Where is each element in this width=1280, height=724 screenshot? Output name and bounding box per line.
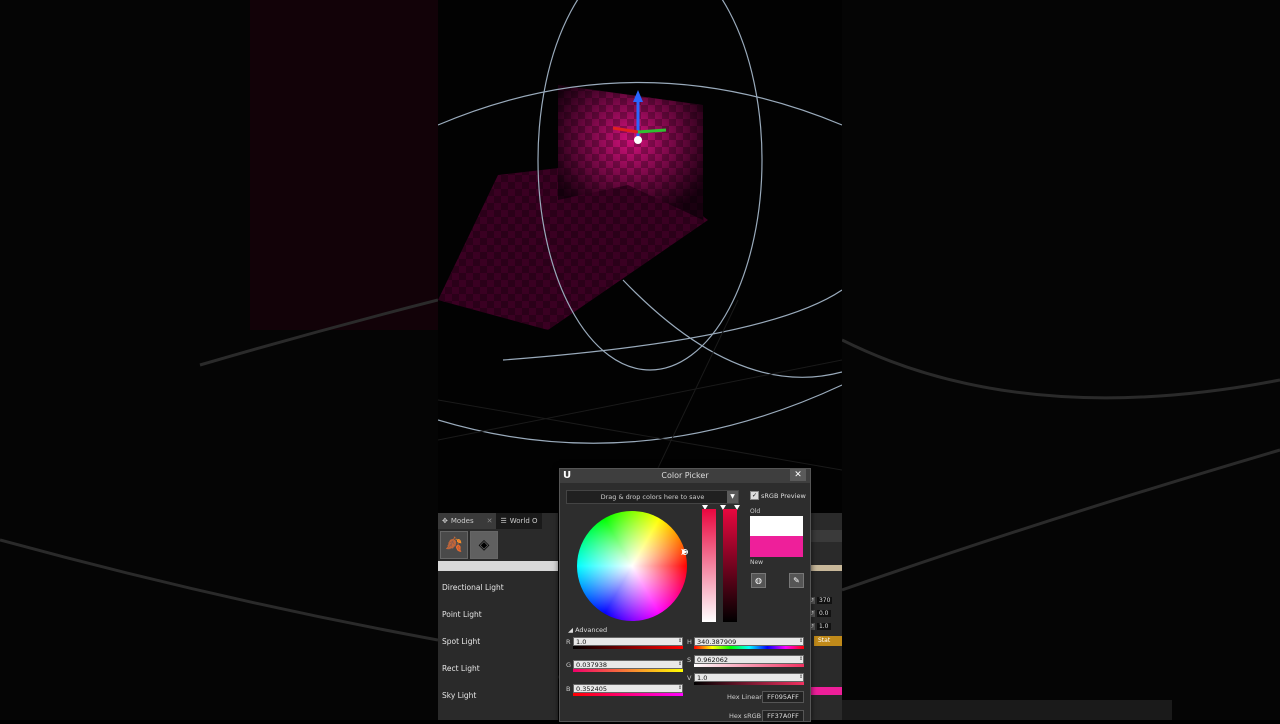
tab-world-outliner[interactable]: ☰ World O	[496, 513, 541, 529]
old-color-swatch	[750, 516, 803, 536]
value-label: V	[687, 674, 692, 682]
window-title: Color Picker	[661, 471, 709, 480]
red-label: R	[566, 638, 571, 646]
tab-modes-label: Modes	[450, 517, 474, 525]
hex-srgb-input[interactable]: FF37A0FF	[762, 710, 804, 722]
hue-gradient	[694, 646, 804, 649]
color-wheel-mode-icon[interactable]: ◍	[751, 573, 766, 588]
srgb-label: sRGB Preview	[761, 491, 806, 500]
red-input[interactable]: 1.0	[573, 637, 683, 646]
green-input[interactable]: 0.037938	[573, 660, 683, 669]
mode-buttons: 🍂 ◈	[440, 531, 498, 559]
value-input[interactable]: 1.0	[694, 673, 804, 682]
color-picker-window: U Color Picker ✕ Drag & drop colors here…	[559, 468, 811, 722]
red-gradient	[573, 646, 683, 649]
tab-close-icon[interactable]: ✕	[487, 517, 493, 525]
hex-srgb-label: Hex sRGB	[729, 712, 762, 720]
modes-panel: ✥ Modes ✕ ☰ World O 🍂 ◈ Directional Ligh…	[438, 513, 558, 720]
field-value-3[interactable]: 1.0	[816, 623, 831, 630]
new-color-swatch	[750, 536, 803, 557]
hue-input[interactable]: 340.387909	[694, 637, 804, 646]
screen: ✥ Modes ✕ ☰ World O 🍂 ◈ Directional Ligh…	[0, 0, 1280, 722]
close-button[interactable]: ✕	[790, 469, 806, 481]
panel-tab-bar: ✥ Modes ✕ ☰ World O	[438, 513, 542, 529]
saturation-field[interactable]: S 0.962062 ⇕	[687, 655, 804, 667]
value-field[interactable]: V 1.0 ⇕	[687, 673, 804, 685]
hex-linear-label: Hex Linear	[727, 693, 762, 701]
spinner-icon[interactable]: ⇕	[678, 660, 683, 669]
hue-label: H	[687, 638, 692, 646]
list-item-point-light[interactable]: Point Light	[442, 610, 482, 619]
green-label: G	[566, 661, 572, 669]
tab-modes[interactable]: ✥ Modes ✕	[438, 513, 497, 529]
chevron-down-icon[interactable]: ▼	[727, 491, 738, 503]
eyedropper-icon[interactable]: ✎	[789, 573, 804, 588]
spinner-icon[interactable]: ⇕	[678, 637, 683, 646]
field-value-2[interactable]: 0.0	[816, 610, 831, 617]
list-item-rect-light[interactable]: Rect Light	[442, 664, 480, 673]
srgb-preview-toggle[interactable]: ✓ sRGB Preview	[750, 491, 806, 500]
blue-field[interactable]: B 0.352405 ⇕	[566, 684, 683, 696]
world-outliner-icon: ☰	[500, 517, 507, 525]
blue-gradient	[573, 693, 683, 696]
advanced-label: Advanced	[575, 626, 608, 634]
green-gradient	[573, 669, 683, 672]
spinner-icon[interactable]: ⇕	[799, 673, 804, 682]
blue-input[interactable]: 0.352405	[573, 684, 683, 693]
details-header	[808, 530, 842, 542]
background-right	[382, 0, 1280, 720]
list-item-sky-light[interactable]: Sky Light	[442, 691, 476, 700]
hex-linear-input[interactable]: FF095AFF	[762, 691, 804, 703]
field-value-1[interactable]: 370	[816, 597, 833, 604]
foliage-brush-icon[interactable]: 🍂	[440, 531, 468, 559]
modes-icon: ✥	[442, 517, 448, 525]
drop-hint: Drag & drop colors here to save	[600, 493, 705, 501]
new-label: New	[750, 559, 764, 566]
saturation-label: S	[687, 656, 692, 664]
mouse-cursor-icon: ➤	[680, 547, 689, 558]
tab-world-outliner-label: World O	[509, 517, 538, 525]
list-item-directional-light[interactable]: Directional Light	[442, 583, 504, 592]
details-strip	[808, 565, 842, 571]
saturation-slider[interactable]	[702, 509, 716, 622]
details-panel-partial: ↺ 370 ↺ 0.0 ↺ 1.0 Stat	[808, 513, 842, 720]
color-theme-bar[interactable]: Drag & drop colors here to save ▼	[566, 490, 739, 504]
saturation-input[interactable]: 0.962062	[694, 655, 804, 664]
mobility-badge-label: Stat	[818, 637, 831, 644]
background-left	[0, 0, 439, 720]
hue-field[interactable]: H 340.387909 ⇕	[687, 637, 804, 649]
green-field[interactable]: G 0.037938 ⇕	[566, 660, 683, 672]
value-gradient	[694, 682, 804, 685]
checkbox-icon[interactable]: ✓	[750, 491, 759, 500]
value-slider[interactable]	[723, 509, 737, 622]
spinner-icon[interactable]: ⇕	[799, 655, 804, 664]
red-field[interactable]: R 1.0 ⇕	[566, 637, 683, 649]
color-wheel[interactable]	[577, 511, 687, 621]
place-actor-cube-icon[interactable]: ◈	[470, 531, 498, 559]
list-item-spot-light[interactable]: Spot Light	[442, 637, 480, 646]
old-label: Old	[750, 508, 761, 515]
saturation-gradient	[694, 664, 804, 667]
details-row: ↺ 370	[808, 597, 842, 607]
advanced-section-toggle[interactable]: ◢ Advanced	[568, 626, 607, 634]
color-strip	[808, 687, 842, 695]
details-row: ↺ 0.0	[808, 610, 842, 620]
spinner-icon[interactable]: ⇕	[678, 684, 683, 693]
background-left-art	[0, 0, 439, 642]
mobility-badge[interactable]: Stat	[814, 636, 842, 646]
search-input[interactable]	[438, 561, 558, 571]
blue-label: B	[566, 685, 571, 693]
background-right-art	[382, 338, 1280, 720]
details-row: ↺ 1.0	[808, 623, 842, 633]
spinner-icon[interactable]: ⇕	[799, 637, 804, 646]
